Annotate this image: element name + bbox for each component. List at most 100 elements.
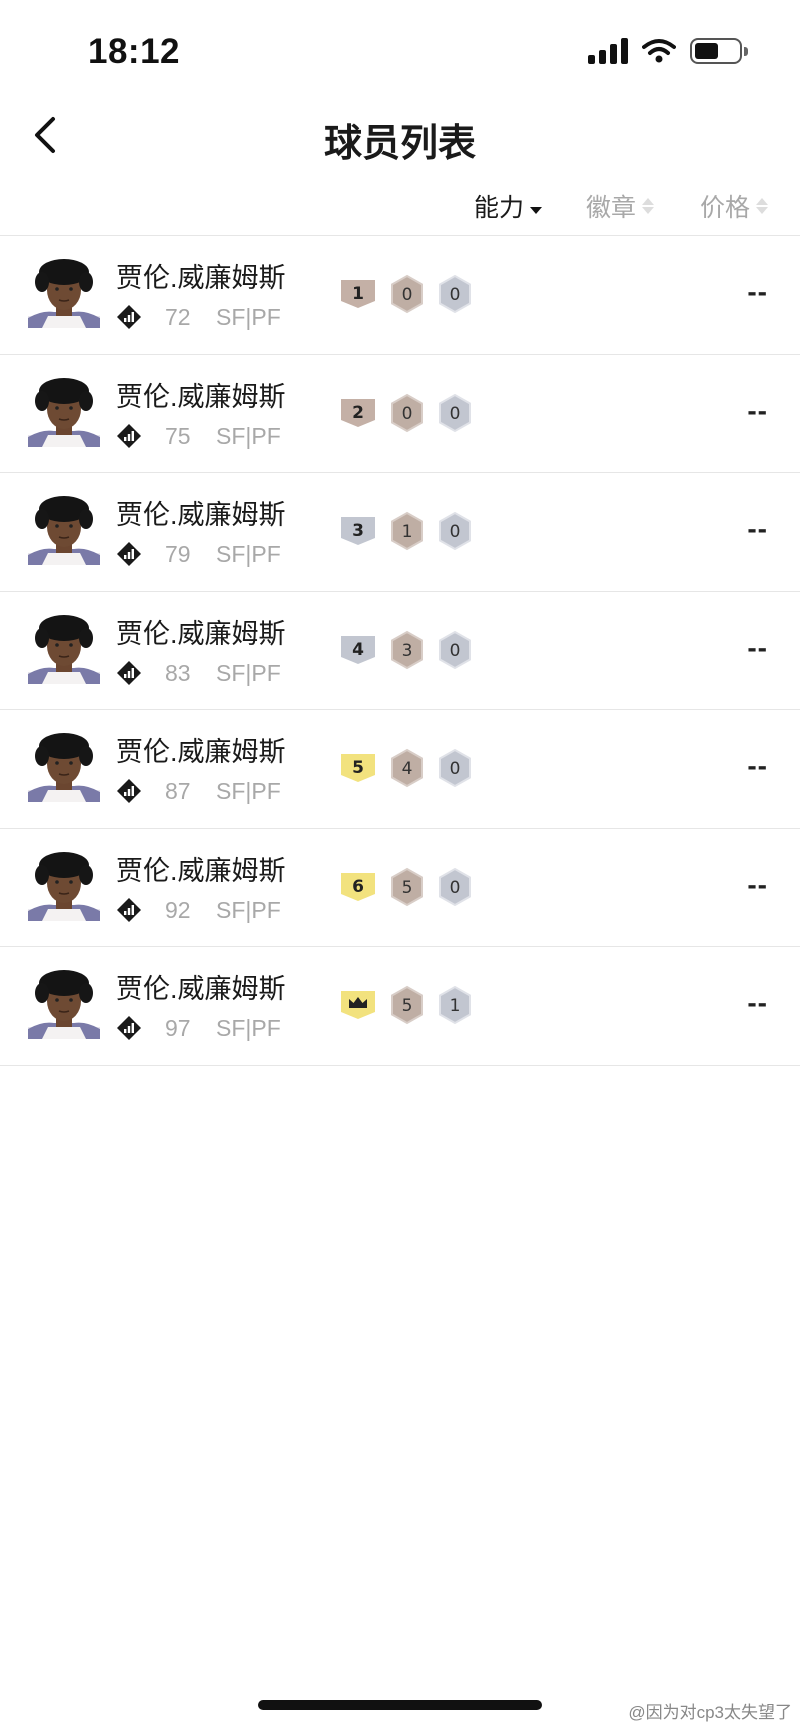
- svg-text:3: 3: [352, 521, 364, 541]
- player-overall: 97: [165, 1015, 191, 1041]
- svg-text:1: 1: [352, 284, 364, 304]
- rank-diamond-icon: [117, 1016, 141, 1040]
- rank-diamond-icon: [117, 542, 141, 566]
- player-row[interactable]: 贾伦.威廉姆斯 72 SF|PF 1 0 0 --: [0, 236, 800, 355]
- level-badge-icon: 4: [341, 635, 375, 664]
- sort-bar: 能力 徽章 价格: [0, 182, 800, 232]
- svg-text:4: 4: [402, 759, 413, 779]
- player-price: --: [747, 750, 768, 781]
- sort-badges-label: 徽章: [586, 194, 637, 222]
- badge-count-hexagon: 0: [439, 511, 471, 551]
- player-row[interactable]: 贾伦.威廉姆斯 79 SF|PF 3 1 0 --: [0, 473, 800, 592]
- svg-text:0: 0: [450, 759, 461, 779]
- player-badges: 5 4 0: [339, 748, 473, 788]
- player-position: SF|PF: [216, 304, 281, 330]
- page-title: 球员列表: [323, 123, 476, 165]
- status-bar: 18:12: [0, 0, 800, 100]
- player-overall: 87: [165, 778, 191, 804]
- player-name: 贾伦.威廉姆斯: [116, 381, 286, 412]
- player-avatar: [28, 733, 100, 802]
- player-overall: 72: [165, 304, 191, 330]
- rank-diamond-icon: [117, 423, 141, 448]
- rank-diamond-icon: [117, 660, 141, 685]
- badge-count-hexagon: 1: [391, 511, 423, 551]
- player-row[interactable]: 贾伦.威廉姆斯 83 SF|PF 4 3 0 --: [0, 592, 800, 710]
- badge-count-hexagon: 3: [391, 630, 423, 669]
- svg-text:0: 0: [450, 404, 461, 424]
- player-position: SF|PF: [216, 1015, 281, 1041]
- player-avatar: [28, 496, 100, 565]
- svg-text:0: 0: [450, 878, 461, 898]
- badge-count-hexagon: 0: [391, 393, 423, 432]
- player-price: --: [747, 868, 768, 900]
- rank-diamond-icon: [117, 779, 141, 803]
- player-price: --: [747, 276, 768, 307]
- player-position: SF|PF: [216, 659, 281, 686]
- svg-text:0: 0: [450, 522, 461, 542]
- player-price: --: [747, 987, 768, 1018]
- home-indicator: [258, 1700, 542, 1710]
- level-badge-icon: 2: [341, 398, 375, 427]
- player-price: --: [747, 394, 768, 426]
- player-badges: 2 0 0: [339, 393, 473, 433]
- sort-price-button[interactable]: 价格: [700, 188, 769, 224]
- svg-text:5: 5: [402, 878, 413, 898]
- player-position: SF|PF: [216, 541, 281, 567]
- player-overall: 83: [165, 659, 191, 686]
- svg-text:3: 3: [402, 641, 413, 661]
- rank-diamond-icon: [117, 897, 141, 922]
- player-avatar: [28, 970, 100, 1039]
- player-name: 贾伦.威廉姆斯: [116, 737, 286, 767]
- player-price: --: [747, 513, 768, 544]
- svg-text:6: 6: [352, 877, 364, 897]
- status-time: 18:12: [88, 32, 181, 71]
- sort-arrows-icon: [756, 198, 769, 214]
- player-position: SF|PF: [216, 778, 281, 804]
- player-row[interactable]: 贾伦.威廉姆斯 97 SF|PF 5 1 --: [0, 947, 800, 1066]
- player-avatar: [28, 259, 100, 328]
- player-row[interactable]: 贾伦.威廉姆斯 92 SF|PF 6 5 0 --: [0, 829, 800, 947]
- level-badge-icon: 3: [341, 517, 375, 545]
- player-badges: 6 5 0: [339, 867, 473, 907]
- player-position: SF|PF: [216, 896, 281, 923]
- badge-count-hexagon: 0: [439, 630, 471, 669]
- svg-text:0: 0: [402, 404, 413, 424]
- sort-badges-button[interactable]: 徽章: [586, 188, 655, 224]
- sort-price-label: 价格: [700, 194, 751, 222]
- player-name: 贾伦.威廉姆斯: [116, 855, 286, 886]
- svg-text:0: 0: [402, 285, 413, 305]
- player-avatar: [28, 377, 100, 447]
- level-badge-icon: 5: [341, 754, 375, 782]
- level-badge-icon: [341, 991, 375, 1019]
- watermark: @因为对cp3太失望了: [628, 1703, 792, 1722]
- badge-count-hexagon: 0: [439, 867, 471, 906]
- sort-arrows-icon: [530, 199, 543, 214]
- level-badge-icon: 6: [341, 872, 375, 901]
- player-avatar: [28, 851, 100, 921]
- player-badges: 3 1 0: [339, 511, 473, 551]
- player-list: 贾伦.威廉姆斯 72 SF|PF 1 0 0 -- 贾伦.威廉姆斯 75 SF|…: [0, 235, 800, 1066]
- player-overall: 75: [165, 422, 191, 449]
- sort-ability-label: 能力: [474, 194, 525, 222]
- svg-text:0: 0: [450, 285, 461, 305]
- player-badges: 5 1: [339, 985, 473, 1025]
- player-row[interactable]: 贾伦.威廉姆斯 75 SF|PF 2 0 0 --: [0, 355, 800, 473]
- badge-count-hexagon: 5: [391, 867, 423, 906]
- badge-count-hexagon: 0: [439, 393, 471, 432]
- player-overall: 92: [165, 896, 191, 923]
- level-badge-icon: 1: [341, 280, 375, 308]
- player-name: 贾伦.威廉姆斯: [116, 974, 286, 1004]
- svg-text:1: 1: [450, 996, 461, 1016]
- status-icons: [588, 38, 748, 64]
- badge-count-hexagon: 1: [439, 985, 471, 1025]
- sort-ability-button[interactable]: 能力: [474, 188, 543, 224]
- sort-arrows-icon: [642, 198, 655, 214]
- cellular-signal-icon: [588, 38, 628, 64]
- nav-bar: 球员列表: [0, 100, 800, 170]
- rank-diamond-icon: [117, 305, 141, 329]
- player-row[interactable]: 贾伦.威廉姆斯 87 SF|PF 5 4 0 --: [0, 710, 800, 829]
- player-overall: 79: [165, 541, 191, 567]
- player-price: --: [747, 631, 768, 663]
- svg-text:1: 1: [402, 522, 413, 542]
- badge-count-hexagon: 4: [391, 748, 423, 788]
